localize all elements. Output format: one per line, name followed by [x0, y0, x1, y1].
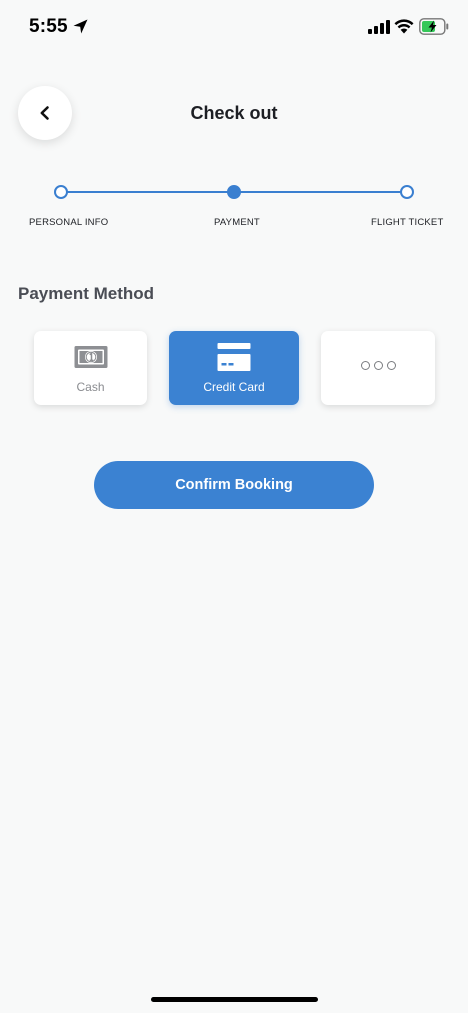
payment-option-label: Cash	[76, 380, 105, 394]
cash-bill-icon	[74, 346, 107, 368]
cellular-signal-icon	[368, 20, 390, 34]
step-dot-flight-ticket	[400, 185, 414, 199]
payment-option-more[interactable]	[321, 331, 435, 405]
payment-option-cash[interactable]: Cash	[34, 331, 147, 405]
checkout-stepper: PERSONAL INFO PAYMENT FLIGHT TICKET	[0, 180, 468, 240]
more-dots-icon	[321, 361, 435, 370]
payment-option-label: Credit Card	[203, 380, 265, 394]
page-title: Check out	[190, 103, 278, 123]
payment-option-credit-card[interactable]: Credit Card	[169, 331, 299, 405]
step-label-personal-info: PERSONAL INFO	[29, 217, 109, 228]
home-indicator	[151, 997, 318, 1002]
step-label-flight-ticket: FLIGHT TICKET	[371, 217, 444, 228]
wifi-icon	[394, 19, 414, 34]
step-dot-payment	[227, 185, 241, 199]
location-arrow-icon	[73, 19, 88, 34]
payment-method-title: Payment Method	[18, 284, 155, 303]
credit-card-icon	[217, 343, 251, 371]
confirm-booking-button[interactable]: Confirm Booking	[94, 461, 374, 509]
status-time: 5:55	[29, 16, 68, 37]
status-bar: 5:55	[0, 0, 468, 56]
step-label-payment: PAYMENT	[214, 217, 260, 228]
step-dot-personal-info	[54, 185, 68, 199]
battery-charging-icon	[419, 18, 449, 35]
